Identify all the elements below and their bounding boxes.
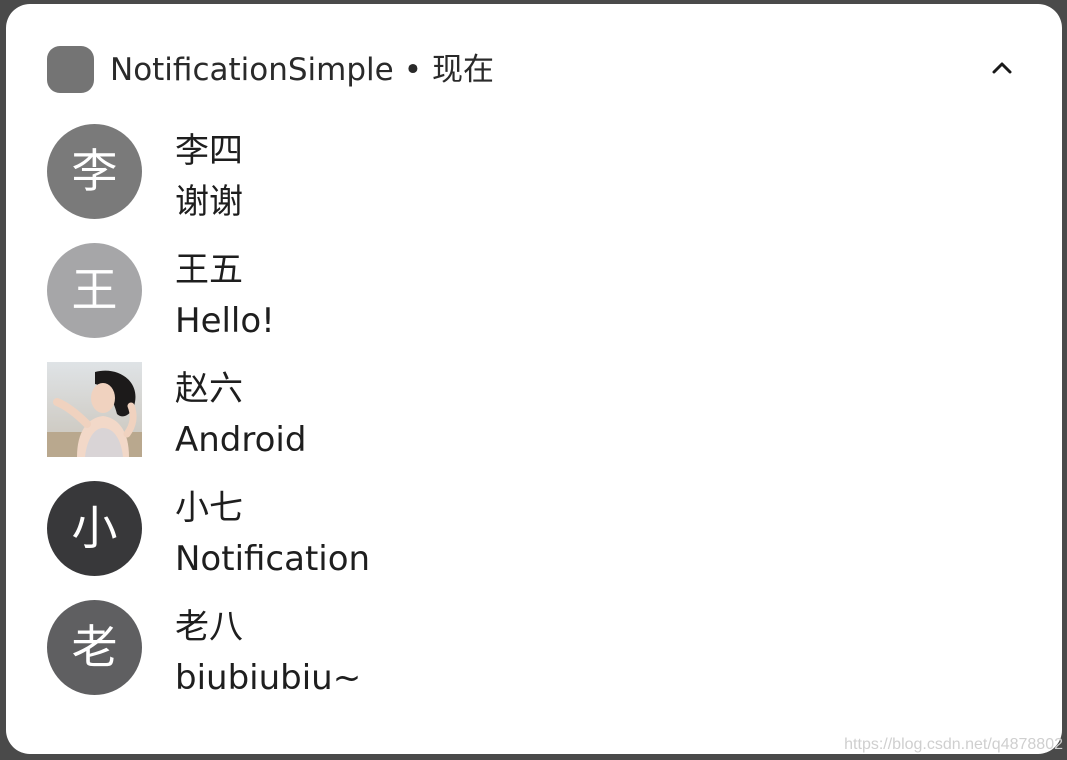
message-item[interactable]: 小 小七 Notification: [6, 481, 1062, 600]
notification-time: 现在: [432, 52, 495, 88]
message-item[interactable]: 李 李四 谢谢: [6, 124, 1062, 243]
message-text: 谢谢: [175, 182, 243, 222]
chevron-up-icon[interactable]: [984, 50, 1020, 86]
watermark: https://blog.csdn.net/q4878802: [844, 736, 1063, 753]
message-text: Notification: [175, 539, 371, 579]
avatar: 老: [47, 600, 142, 695]
message-text: Hello!: [175, 301, 275, 341]
avatar: 小: [47, 481, 142, 576]
header-separator: •: [403, 52, 423, 88]
notification-header[interactable]: NotificationSimple • 现在: [6, 4, 1062, 136]
app-icon: [47, 46, 94, 93]
message-sender: 赵六: [175, 369, 243, 409]
message-sender: 李四: [175, 131, 243, 171]
message-item[interactable]: 王 王五 Hello!: [6, 243, 1062, 362]
message-item[interactable]: 老 老八 biubiubiu~: [6, 600, 1062, 719]
message-sender: 王五: [175, 250, 243, 290]
avatar: 李: [47, 124, 142, 219]
avatar: 王: [47, 243, 142, 338]
message-text: biubiubiu~: [175, 658, 362, 698]
header-text: NotificationSimple • 现在: [110, 48, 494, 92]
message-item[interactable]: 赵六 Android: [6, 362, 1062, 481]
app-name: NotificationSimple: [110, 52, 394, 88]
notification-card[interactable]: NotificationSimple • 现在 李 李四 谢谢 王 王五 Hello…: [6, 4, 1062, 754]
message-sender: 老八: [175, 607, 243, 647]
message-text: Android: [175, 420, 307, 460]
avatar-photo: [47, 362, 142, 457]
message-sender: 小七: [175, 488, 243, 528]
